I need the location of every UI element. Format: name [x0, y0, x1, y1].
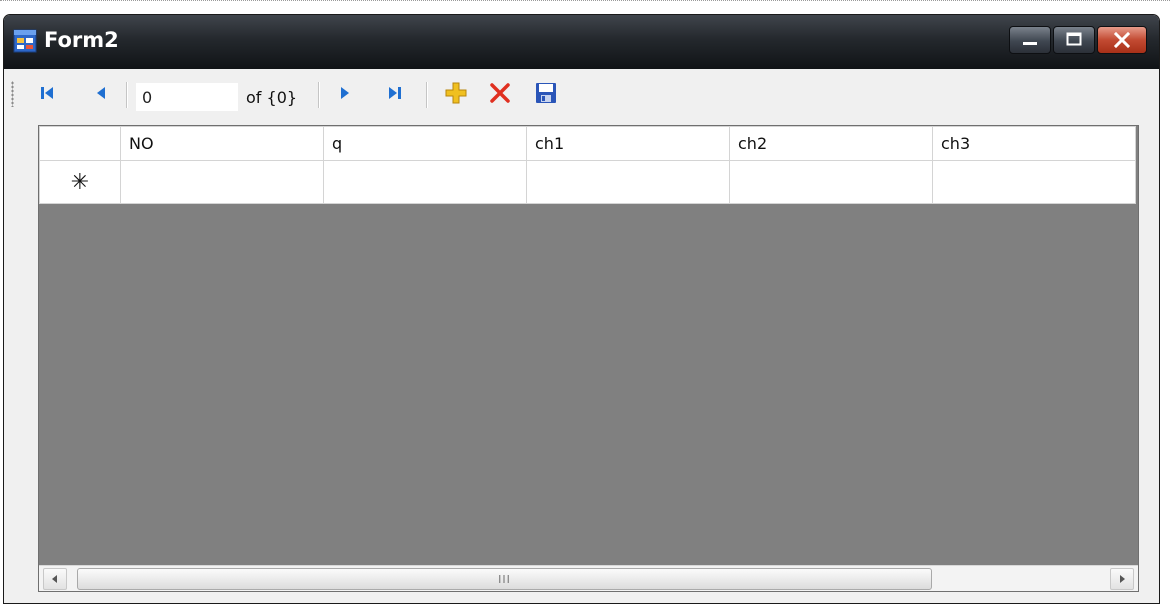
save-icon	[536, 83, 556, 103]
move-previous-button[interactable]	[88, 77, 114, 109]
data-grid-view[interactable]: NO q ch1 ch2 ch3 ✳ III	[38, 125, 1139, 592]
delete-button[interactable]	[484, 77, 516, 109]
toolbar-separator	[126, 82, 128, 108]
window-title: Form2	[44, 28, 119, 52]
table-cell[interactable]	[526, 160, 730, 204]
column-header-ch1[interactable]: ch1	[526, 126, 730, 161]
move-next-button[interactable]	[332, 77, 358, 109]
toolbar-separator	[426, 82, 428, 108]
title-bar[interactable]: Form2	[4, 15, 1159, 69]
column-header-ch2[interactable]: ch2	[729, 126, 933, 161]
form-window: Form2 0 of {0} NO q ch1 ch2 ch3 ✳ III	[3, 14, 1160, 604]
scroll-thumb[interactable]: III	[77, 568, 932, 590]
chevron-right-icon	[1120, 575, 1125, 583]
horizontal-scrollbar[interactable]: III	[39, 565, 1138, 591]
form-app-icon	[13, 29, 37, 53]
scroll-thumb-grip: III	[498, 572, 511, 586]
top-dotted-border	[0, 0, 1170, 1]
new-row-marker-icon[interactable]: ✳	[39, 160, 121, 204]
table-cell[interactable]	[120, 160, 324, 204]
scroll-left-button[interactable]	[43, 568, 67, 590]
maximize-icon	[1066, 32, 1082, 46]
table-cell[interactable]	[932, 160, 1136, 204]
scroll-right-button[interactable]	[1110, 568, 1134, 590]
column-header-row: NO q ch1 ch2 ch3	[39, 126, 1136, 161]
save-button[interactable]	[530, 77, 562, 109]
column-header-ch3[interactable]: ch3	[932, 126, 1136, 161]
move-previous-icon	[97, 87, 105, 99]
new-row[interactable]: ✳	[39, 160, 1136, 204]
move-next-icon	[341, 87, 349, 99]
move-first-icon	[41, 87, 53, 99]
table-cell[interactable]	[729, 160, 933, 204]
corner-header-cell[interactable]	[39, 126, 121, 161]
delete-icon	[490, 83, 510, 103]
column-header-no[interactable]: NO	[120, 126, 324, 161]
move-last-button[interactable]	[382, 77, 408, 109]
minimize-icon	[1023, 42, 1037, 45]
column-header-q[interactable]: q	[323, 126, 527, 161]
toolbar-grip[interactable]	[11, 81, 14, 107]
position-input[interactable]	[136, 83, 238, 111]
toolbar-separator	[318, 82, 320, 108]
move-last-icon	[389, 87, 401, 99]
maximize-button[interactable]	[1053, 26, 1095, 54]
count-label: of {0}	[246, 88, 298, 107]
close-icon	[1113, 31, 1131, 49]
close-button[interactable]	[1097, 26, 1147, 54]
move-first-button[interactable]	[34, 77, 60, 109]
add-new-button[interactable]	[440, 77, 472, 109]
minimize-button[interactable]	[1009, 26, 1051, 54]
add-new-icon	[445, 82, 467, 104]
table-cell[interactable]	[323, 160, 527, 204]
data-grid-table: NO q ch1 ch2 ch3 ✳	[39, 126, 1136, 204]
chevron-left-icon	[52, 575, 57, 583]
binding-navigator-toolbar: of {0}	[4, 69, 1159, 121]
